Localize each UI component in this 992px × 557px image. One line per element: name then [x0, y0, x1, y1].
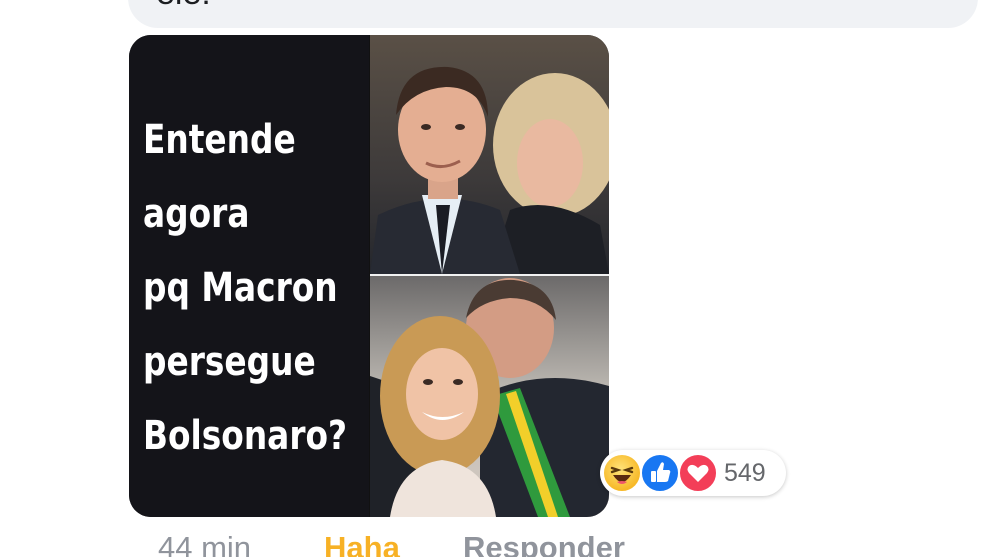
love-icon	[678, 453, 718, 493]
meme-text-panel: Entende agora pq Macron persegue Bolsona…	[129, 35, 369, 517]
meme-line: persegue	[143, 339, 316, 385]
previous-comment-text: ele!	[156, 0, 211, 10]
haha-icon	[602, 453, 642, 493]
meme-line: Entende	[143, 117, 296, 163]
reaction-summary[interactable]: 549	[600, 450, 786, 496]
photo-couple-top	[370, 35, 609, 274]
comment-image[interactable]: Entende agora pq Macron persegue Bolsona…	[129, 35, 609, 517]
like-icon	[640, 453, 680, 493]
meme-caption: Entende agora pq Macron persegue Bolsona…	[143, 103, 348, 473]
reply-button[interactable]: Responder	[463, 528, 625, 557]
photo-couple-bottom	[370, 276, 609, 517]
comment-timestamp[interactable]: 44 min	[158, 528, 251, 557]
reaction-count: 549	[724, 459, 766, 487]
meme-line: agora	[143, 191, 250, 237]
meme-line: pq Macron	[143, 265, 338, 311]
previous-comment-bubble[interactable]: ele!	[128, 0, 978, 28]
meme-line: Bolsonaro?	[143, 413, 348, 459]
comment-thread: ele! Entende agora pq Macron persegue Bo…	[0, 0, 992, 557]
haha-reaction-button[interactable]: Haha	[324, 528, 400, 557]
